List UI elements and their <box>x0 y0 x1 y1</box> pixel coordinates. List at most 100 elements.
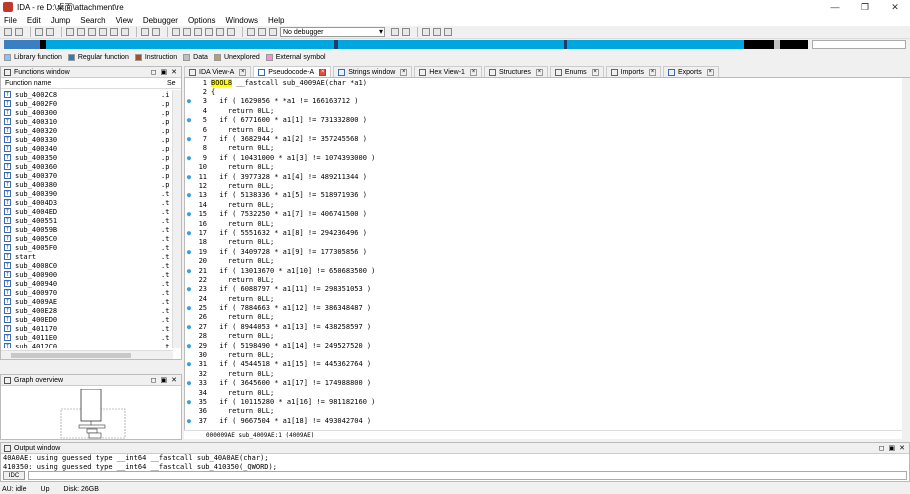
function-row[interactable]: f sub_400320 .p <box>1 126 173 135</box>
debugger-options-icon[interactable] <box>391 28 399 36</box>
code-line[interactable]: ● 35 if ( 10115280 * a1[16] != 981182160 … <box>185 397 902 406</box>
function-row[interactable]: f sub_4011E0 .t <box>1 333 173 342</box>
tab-close-icon[interactable]: × <box>400 68 408 76</box>
function-row[interactable]: f sub_4005C0 .t <box>1 234 173 243</box>
breakpoint-dot-icon[interactable]: ● <box>185 173 193 181</box>
float-pane-icon[interactable]: ▣ <box>161 376 168 384</box>
tracing-icon[interactable] <box>433 28 441 36</box>
restore-pane-icon[interactable]: ◻ <box>879 444 885 452</box>
tab-close-icon[interactable]: × <box>706 68 714 76</box>
column-segment[interactable]: Se <box>167 80 181 87</box>
code-line[interactable]: 20 return 0LL; <box>185 256 902 265</box>
code-line[interactable]: ● 19 if ( 3409728 * a1[9] != 177305856 ) <box>185 247 902 256</box>
tab-pseudocode-a[interactable]: Pseudocode-A × <box>253 66 332 77</box>
pseudocode-vertical-scrollbar[interactable] <box>902 78 910 430</box>
navigation-dropdown[interactable] <box>812 40 906 49</box>
tab-close-icon[interactable]: × <box>319 68 327 76</box>
function-row[interactable]: f sub_400ED0 .t <box>1 315 173 324</box>
open-icon[interactable] <box>4 28 12 36</box>
float-pane-icon[interactable]: ▣ <box>889 444 896 452</box>
save-icon[interactable] <box>15 28 23 36</box>
code-line[interactable]: 6 return 0LL; <box>185 125 902 134</box>
breakpoint-dot-icon[interactable]: ● <box>185 229 193 237</box>
column-function-name[interactable]: Function name <box>5 80 167 87</box>
close-pane-icon[interactable]: ✕ <box>171 376 177 384</box>
breakpoint-dot-icon[interactable]: ● <box>185 267 193 275</box>
menu-help[interactable]: Help <box>268 16 284 25</box>
tab-close-icon[interactable]: × <box>535 68 543 76</box>
code-line[interactable]: 36 return 0LL; <box>185 407 902 416</box>
tab-close-icon[interactable]: × <box>649 68 656 76</box>
function-row[interactable]: f sub_4002F0 .p <box>1 99 173 108</box>
breakpoint-dot-icon[interactable]: ● <box>185 417 193 425</box>
navigation-band[interactable] <box>4 40 808 49</box>
tab-close-icon[interactable]: × <box>469 68 477 76</box>
code-line[interactable]: ● 3 if ( 1629056 * *a1 != 166163712 ) <box>185 97 902 106</box>
arrow-up-icon[interactable] <box>110 28 118 36</box>
code-line[interactable]: 14 return 0LL; <box>185 200 902 209</box>
menu-jump[interactable]: Jump <box>51 16 71 25</box>
code-line[interactable]: 18 return 0LL; <box>185 238 902 247</box>
function-row[interactable]: f sub_401170 .t <box>1 324 173 333</box>
play-icon[interactable] <box>247 28 255 36</box>
code-line[interactable]: ● 15 if ( 7532250 * a1[7] != 406741500 ) <box>185 209 902 218</box>
code-line[interactable]: ● 27 if ( 8944053 * a1[13] != 438258597 ) <box>185 322 902 331</box>
code-line[interactable]: ● 33 if ( 3645600 * a1[17] != 174988800 ) <box>185 379 902 388</box>
status-green-icon[interactable] <box>152 28 160 36</box>
forward-icon[interactable] <box>46 28 54 36</box>
tab-enums[interactable]: Enums × <box>549 66 604 77</box>
code-line[interactable]: 34 return 0LL; <box>185 388 902 397</box>
code-line[interactable]: ● 17 if ( 5551632 * a1[8] != 294236496 ) <box>185 228 902 237</box>
restore-button[interactable]: ❐ <box>850 2 880 13</box>
tab-close-icon[interactable]: × <box>591 68 599 76</box>
pseudocode-view[interactable]: 1 BOOL8 __fastcall sub_4009AE(char *a1) 2{… <box>184 78 902 430</box>
search-immediate-icon[interactable] <box>88 28 96 36</box>
graph-icon[interactable] <box>141 28 149 36</box>
breakpoint-dot-icon[interactable]: ● <box>185 379 193 387</box>
code-line[interactable]: 12 return 0LL; <box>185 181 902 190</box>
tab-imports[interactable]: Imports × <box>605 66 661 77</box>
pause-icon[interactable] <box>258 28 266 36</box>
function-row[interactable]: f sub_400900 .t <box>1 270 173 279</box>
code-line[interactable]: ● 9 if ( 10431000 * a1[3] != 1074393000 ) <box>185 153 902 162</box>
function-row[interactable]: f sub_400360 .p <box>1 162 173 171</box>
functions-vertical-scrollbar[interactable] <box>172 90 181 348</box>
breakpoint-dot-icon[interactable]: ● <box>185 97 193 105</box>
plugin-icon[interactable] <box>444 28 452 36</box>
code-line[interactable]: 30 return 0LL; <box>185 350 902 359</box>
float-pane-icon[interactable]: ▣ <box>161 68 168 76</box>
code-line[interactable]: ● 21 if ( 13013670 * a1[10] != 650683500 … <box>185 266 902 275</box>
code-line[interactable]: 28 return 0LL; <box>185 332 902 341</box>
idc-language-button[interactable]: IDC <box>3 471 25 480</box>
function-row[interactable]: f sub_400551 .t <box>1 216 173 225</box>
code-line[interactable]: 8 return 0LL; <box>185 144 902 153</box>
function-row[interactable]: f sub_40059B .t <box>1 225 173 234</box>
search-binary-icon[interactable] <box>77 28 85 36</box>
function-row[interactable]: f sub_4008C0 .t <box>1 261 173 270</box>
graph-overview-canvas[interactable] <box>59 389 127 439</box>
breakpoint-dot-icon[interactable]: ● <box>185 116 193 124</box>
function-row[interactable]: f sub_4004ED .t <box>1 207 173 216</box>
breakpoint-dot-icon[interactable]: ● <box>185 285 193 293</box>
breakpoint-dot-icon[interactable]: ● <box>185 191 193 199</box>
close-pane-icon[interactable]: ✕ <box>171 68 177 76</box>
code-line[interactable]: 16 return 0LL; <box>185 219 902 228</box>
code-line[interactable]: 26 return 0LL; <box>185 313 902 322</box>
stop-icon[interactable] <box>269 28 277 36</box>
menu-windows[interactable]: Windows <box>226 16 258 25</box>
code-line[interactable]: ● 31 if ( 4544518 * a1[15] != 445362764 ) <box>185 360 902 369</box>
scroll-thumb[interactable] <box>11 353 131 358</box>
back-icon[interactable] <box>35 28 43 36</box>
function-row[interactable]: f sub_400940 .t <box>1 279 173 288</box>
tab-ida-view-a[interactable]: IDA View-A × <box>184 66 252 77</box>
code-line[interactable]: 10 return 0LL; <box>185 163 902 172</box>
breakpoint-dot-icon[interactable]: ● <box>185 360 193 368</box>
breakpoint-dot-icon[interactable]: ● <box>185 323 193 331</box>
array-icon[interactable] <box>205 28 213 36</box>
data-icon[interactable] <box>183 28 191 36</box>
breakpoint-dot-icon[interactable]: ● <box>185 154 193 162</box>
minimize-button[interactable]: — <box>820 2 850 12</box>
debugger-select[interactable]: No debugger <box>280 27 385 37</box>
code-icon[interactable] <box>172 28 180 36</box>
breakpoint-dot-icon[interactable]: ● <box>185 304 193 312</box>
